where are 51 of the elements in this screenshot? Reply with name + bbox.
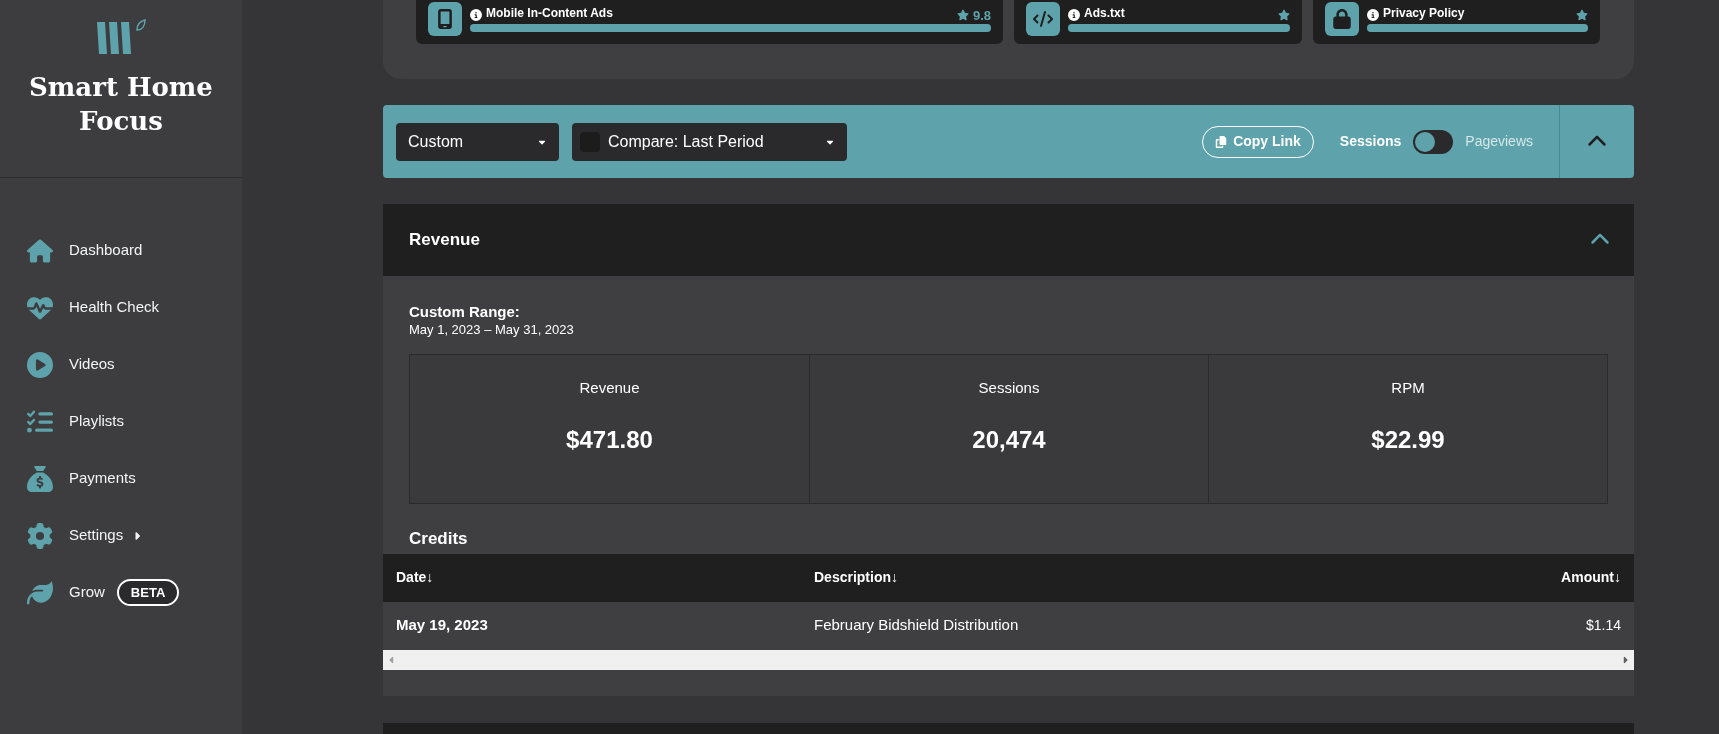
nav-link[interactable]: Videos — [27, 351, 115, 378]
info-icon[interactable] — [1068, 9, 1080, 21]
nav-icon — [27, 408, 53, 435]
info-icon[interactable] — [470, 9, 482, 21]
star-icon — [956, 9, 969, 21]
copy-icon — [1215, 135, 1228, 148]
table-cell-text: May 19, 2023 — [396, 615, 489, 636]
toggle-knob — [1415, 131, 1436, 152]
section-title: Revenue — [409, 229, 480, 252]
compare-dropdown[interactable]: Compare: Last Period — [572, 122, 847, 161]
nav-icon — [27, 351, 53, 378]
card-icon — [1332, 9, 1352, 29]
stat-value: 20,474 — [972, 424, 1046, 455]
beta-badge: BETA — [116, 578, 180, 607]
nav-icon — [27, 465, 53, 492]
range-label: Custom Range: — [409, 303, 521, 321]
nav-link[interactable]: Settings — [27, 522, 144, 549]
nav-icon — [27, 522, 53, 549]
star-icon — [1278, 9, 1290, 21]
card-title: Ads.txt — [1084, 7, 1125, 19]
nav-link[interactable]: Payments — [27, 465, 136, 492]
table-cell-text: $1.14 — [1585, 616, 1621, 635]
column-header[interactable]: Date↓ — [396, 567, 814, 588]
card-title: Privacy Policy — [1383, 7, 1465, 19]
star-icon — [1576, 9, 1588, 21]
metric-toggle[interactable] — [1413, 129, 1454, 154]
info-icon[interactable] — [1367, 9, 1379, 21]
nav-link[interactable]: Grow — [27, 579, 105, 606]
nav-link[interactable]: Health Check — [27, 294, 160, 321]
horizontal-scrollbar[interactable] — [383, 649, 1634, 670]
card-icon — [1033, 9, 1053, 29]
stat-value: $22.99 — [1371, 424, 1445, 455]
nav-link[interactable]: Dashboard — [27, 237, 143, 264]
card-icon — [435, 9, 455, 29]
stat-value: $471.80 — [566, 424, 653, 455]
stat-label: Revenue — [579, 378, 640, 398]
nav-link[interactable]: Playlists — [27, 408, 124, 435]
column-header[interactable]: Description↓ — [814, 567, 1562, 588]
range-dropdown[interactable]: Custom — [396, 122, 559, 161]
range-dates: May 1, 2023 – May 31, 2023 — [409, 321, 575, 338]
credits-title: Credits — [409, 528, 469, 550]
brand-name: Smart Home Focus — [28, 71, 214, 138]
card-title: Mobile In-Content Ads — [486, 7, 613, 19]
nav-icon — [27, 579, 53, 606]
nav-icon — [27, 294, 53, 321]
card-score: 9.8 — [972, 8, 991, 22]
column-header[interactable]: Amount↓ — [1561, 567, 1621, 588]
table-cell-text: February Bidshield Distribution — [814, 615, 1020, 636]
stat-label: RPM — [1391, 378, 1425, 398]
nav-icon — [27, 237, 53, 264]
stat-label: Sessions — [978, 378, 1040, 398]
